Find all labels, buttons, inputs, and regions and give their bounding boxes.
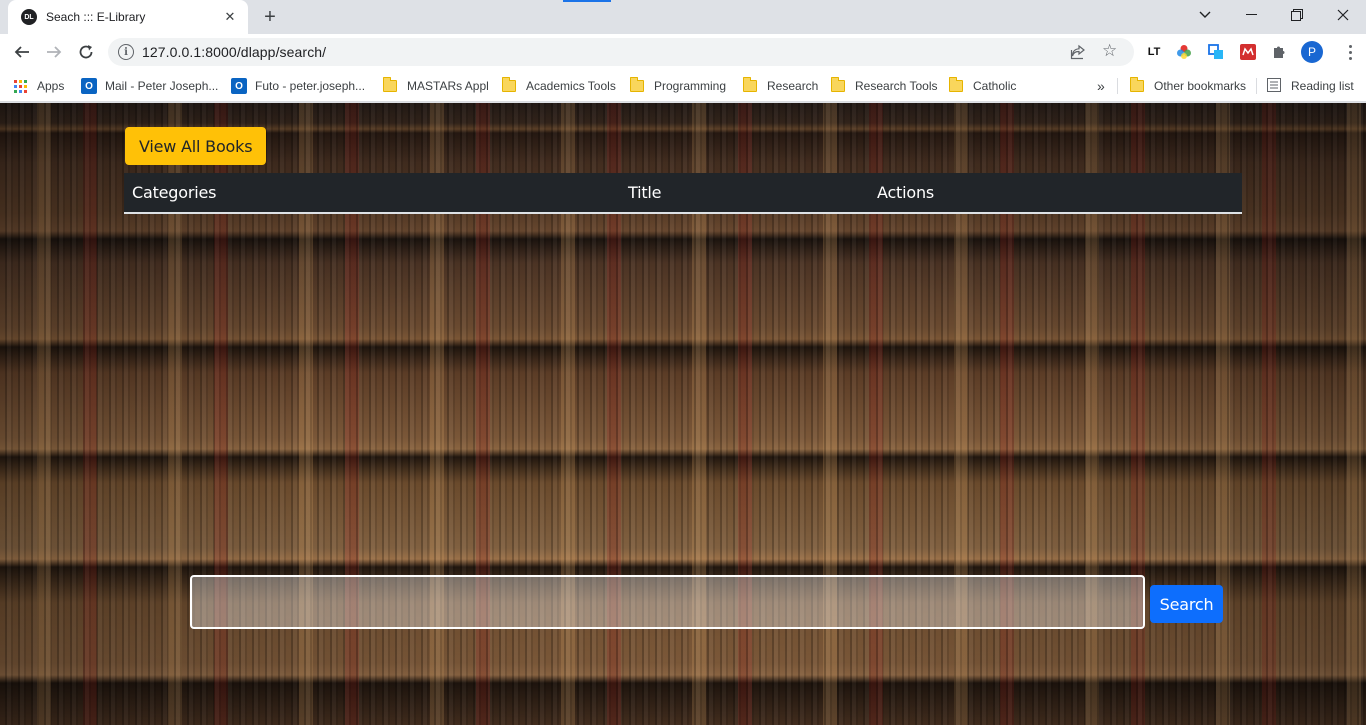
bookmark-research-tools[interactable]: Research Tools [831, 76, 938, 96]
tab-loading-accent [563, 0, 611, 2]
share-icon[interactable] [1070, 44, 1086, 60]
tab-title: Seach ::: E-Library [46, 10, 146, 24]
reading-list-button[interactable]: Reading list [1267, 76, 1354, 96]
bookmark-label: Mail - Peter Joseph... [105, 79, 219, 93]
bookmark-label: Catholic [973, 79, 1017, 93]
reading-list-label: Reading list [1291, 79, 1354, 93]
folder-icon [949, 77, 963, 92]
outlook-icon: O [231, 78, 247, 94]
apps-grid-icon [14, 79, 27, 93]
actions-column-header: Actions [869, 173, 1242, 214]
bookmark-label: Apps [37, 79, 65, 93]
address-bar[interactable]: i 127.0.0.1:8000/dlapp/search/ ☆ [108, 38, 1134, 66]
folder-icon [743, 77, 757, 92]
bookmark-other-bookmarks[interactable]: Other bookmarks [1130, 76, 1246, 96]
tab-strip: DL Seach ::: E-Library ✕ + [0, 0, 1366, 34]
back-arrow-icon[interactable] [8, 38, 36, 66]
close-window-icon[interactable] [1320, 0, 1366, 30]
bookmark-label: Other bookmarks [1154, 79, 1247, 93]
bookmarks-overflow-chevron-icon[interactable]: » [1097, 76, 1105, 96]
puzzle-extensions-icon[interactable] [1270, 43, 1288, 61]
books-table: Categories Title Actions [124, 173, 1242, 214]
mendeley-extension-icon[interactable] [1239, 43, 1257, 61]
address-url[interactable]: 127.0.0.1:8000/dlapp/search/ [142, 44, 326, 60]
bookmarks-bar: Apps O Mail - Peter Joseph... O Futo - p… [0, 70, 1366, 102]
bookmark-label: Futo - peter.joseph... [255, 79, 366, 93]
bookmark-catholic[interactable]: Catholic [949, 76, 1016, 96]
browser-toolbar: i 127.0.0.1:8000/dlapp/search/ ☆ LT P [0, 34, 1366, 70]
library-background: View All Books Categories Title Actions … [0, 103, 1366, 725]
bookmark-mail[interactable]: O Mail - Peter Joseph... [81, 76, 218, 96]
outlook-icon: O [81, 78, 97, 94]
categories-column-header: Categories [124, 173, 620, 214]
more-menu-icon[interactable] [1340, 42, 1360, 62]
tab-search-chevron-icon[interactable] [1182, 0, 1228, 30]
bookmark-label: Programming [654, 79, 727, 93]
bookmarks-divider [1256, 78, 1257, 94]
browser-tab[interactable]: DL Seach ::: E-Library ✕ [8, 0, 248, 34]
bookmark-label: Research [767, 79, 819, 93]
site-info-icon[interactable]: i [118, 44, 134, 60]
table-header-row: Categories Title Actions [124, 173, 1242, 214]
folder-icon [502, 77, 516, 92]
bookmark-mastars[interactable]: MASTARs Appl [383, 76, 489, 96]
bookmark-academics-tools[interactable]: Academics Tools [502, 76, 616, 96]
profile-avatar[interactable]: P [1301, 41, 1323, 63]
folder-icon [1130, 77, 1144, 92]
restore-window-icon[interactable] [1274, 0, 1320, 30]
bookmark-star-icon[interactable]: ☆ [1102, 41, 1117, 61]
search-button[interactable]: Search [1150, 585, 1223, 623]
title-column-header: Title [620, 173, 869, 214]
bookmark-research[interactable]: Research [743, 76, 818, 96]
folder-icon [831, 77, 845, 92]
bookmarks-divider [1117, 78, 1118, 94]
bookmark-label: MASTARs Appl [407, 79, 489, 93]
color-wheel-extension-icon[interactable] [1175, 43, 1193, 61]
folder-icon [630, 77, 644, 92]
bookmark-label: Research Tools [855, 79, 938, 93]
reading-list-icon [1267, 78, 1283, 94]
bookmark-futo[interactable]: O Futo - peter.joseph... [231, 76, 365, 96]
lt-extension-icon[interactable]: LT [1145, 43, 1163, 61]
minimize-window-icon[interactable] [1228, 0, 1274, 30]
site-favicon-icon: DL [21, 9, 37, 25]
close-tab-icon[interactable]: ✕ [222, 9, 238, 25]
bookmark-programming[interactable]: Programming [630, 76, 726, 96]
new-tab-button[interactable]: + [258, 5, 282, 29]
folder-icon [383, 77, 397, 92]
reload-icon[interactable] [72, 38, 100, 66]
view-all-books-button[interactable]: View All Books [125, 127, 267, 165]
bookmark-label: Academics Tools [526, 79, 616, 93]
screen-capture-extension-icon[interactable] [1207, 43, 1225, 61]
forward-arrow-icon[interactable] [40, 38, 68, 66]
search-input[interactable] [190, 575, 1145, 629]
bookmark-apps[interactable]: Apps [14, 76, 64, 96]
